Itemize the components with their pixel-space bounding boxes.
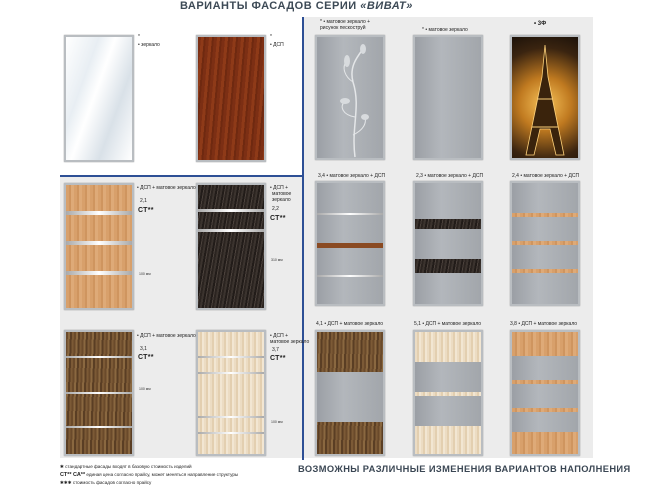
door-dsp xyxy=(196,35,266,162)
mirror-strip xyxy=(198,229,264,232)
dsp-panel xyxy=(415,259,481,273)
dsp-panel xyxy=(415,219,481,229)
dsp-strip xyxy=(512,241,578,245)
dsp-strip xyxy=(317,243,383,248)
frost-panel xyxy=(512,412,578,432)
floral-pattern-icon xyxy=(340,44,369,158)
mirror-strip xyxy=(66,356,132,358)
page-title: ВАРИАНТЫ ФАСАДОВ СЕРИИ «ВИВАТ» xyxy=(180,0,440,16)
door-dark-label-3: зеркало xyxy=(272,197,291,203)
mirror-strip xyxy=(198,432,264,434)
door-frost-pattern-label-2: рисунок пескоструй xyxy=(320,25,366,31)
mirror-strip xyxy=(66,392,132,394)
door-walnut-dim: 100 мм xyxy=(139,387,151,391)
door-frost-23 xyxy=(413,181,483,306)
door-light-ct: СТ** xyxy=(138,207,154,214)
horizontal-divider xyxy=(60,175,303,177)
door-frost-41-label: 4,1 • ДСП + матовое зеркало xyxy=(316,321,384,327)
mirror-strip xyxy=(198,416,264,418)
door-dark-code: 2,2 xyxy=(272,206,279,212)
mirror-strip xyxy=(198,372,264,374)
mirror-strip xyxy=(198,209,264,212)
door-light-label: • ДСП + матовое зеркало xyxy=(137,185,196,191)
vertical-divider xyxy=(302,17,304,460)
door-mirror-label: • зеркало xyxy=(138,42,160,48)
dsp-strip xyxy=(512,269,578,273)
door-frost-51 xyxy=(413,330,483,456)
door-frost-plain xyxy=(413,35,483,160)
footnote-price: СТ** СА** единая цена согласно прайсу, м… xyxy=(60,472,238,478)
door-mirror-mark: * xyxy=(138,34,140,40)
footnote-standard: ✱ стандартные фасады входят в базовую ст… xyxy=(60,464,192,469)
door-frost-plain-label: * • матовое зеркало xyxy=(422,27,468,33)
eiffel-tower-icon xyxy=(525,44,565,156)
door-frost-34 xyxy=(315,181,385,306)
door-frost-23-label: 2,3 • матовое зеркало + ДСП xyxy=(416,173,484,179)
footnote-price-mark: СТ** СА** xyxy=(60,472,86,478)
door-frost-38 xyxy=(510,330,580,456)
catalog-page: ВАРИАНТЫ ФАСАДОВ СЕРИИ «ВИВАТ» * • зерка… xyxy=(0,0,650,489)
door-walnut xyxy=(64,330,134,456)
door-walnut-code: 3,1 xyxy=(140,346,147,352)
dsp-strip xyxy=(512,213,578,217)
mirror-strip xyxy=(66,241,132,245)
frost-panel xyxy=(512,384,578,408)
door-frost-41 xyxy=(315,330,385,456)
footnote-cost: ✱✱✱ стоимость фасадов согласно прайсу xyxy=(60,480,152,485)
door-dark-dim: 310 мм xyxy=(271,258,283,262)
title-text: ВАРИАНТЫ ФАСАДОВ СЕРИИ xyxy=(180,0,357,12)
door-frost-24-label: 2,4 • матовое зеркало + ДСП xyxy=(512,173,580,179)
door-light-dim: 100 мм xyxy=(139,272,151,276)
mirror-strip xyxy=(198,356,264,358)
series-name: «ВИВАТ» xyxy=(360,0,413,12)
door-ash-label-2: матовое зеркало xyxy=(270,339,310,345)
mirror-strip xyxy=(66,426,132,428)
frost-panel xyxy=(415,362,481,392)
door-frost-24 xyxy=(510,181,580,306)
frost-panel xyxy=(317,372,383,422)
door-frost-34-label: 3,4 • матовое зеркало + ДСП xyxy=(318,173,386,179)
door-walnut-ct: СТ** xyxy=(138,354,154,361)
door-walnut-label: • ДСП + матовое зеркало xyxy=(137,333,196,339)
door-frost-pattern xyxy=(315,35,385,160)
footnote-price-text: единая цена согласно прайсу, может менят… xyxy=(85,472,239,477)
mirror-strip xyxy=(66,211,132,215)
door-mirror xyxy=(64,35,134,162)
door-dark-ct: СТ** xyxy=(270,215,286,222)
mirror-strip xyxy=(66,271,132,275)
door-dsp-mark: * xyxy=(270,34,272,40)
door-dsp-label: • ДСП xyxy=(270,42,284,48)
door-frost-38-label: 3,8 • ДСП + матовое зеркало xyxy=(510,321,578,327)
door-light-code: 2,1 xyxy=(140,198,147,204)
mirror-strip xyxy=(317,213,383,215)
frost-panel xyxy=(415,396,481,426)
mirror-strip xyxy=(317,275,383,277)
door-ash-ct: СТ** xyxy=(270,355,286,362)
door-light-wood xyxy=(64,183,134,310)
door-frost-51-label: 5,1 • ДСП + матовое зеркало xyxy=(414,321,482,327)
door-ash xyxy=(196,330,266,456)
frost-panel xyxy=(512,356,578,380)
door-photo-label: • 3Ф xyxy=(534,21,547,27)
door-photo-eiffel xyxy=(510,35,580,160)
door-dark-wood xyxy=(196,183,266,310)
variations-note: ВОЗМОЖНЫ РАЗЛИЧНЫЕ ИЗМЕНЕНИЯ ВАРИАНТОВ Н… xyxy=(298,464,631,474)
door-ash-dim: 100 мм xyxy=(271,420,283,424)
door-ash-code: 3,7 xyxy=(272,347,279,353)
